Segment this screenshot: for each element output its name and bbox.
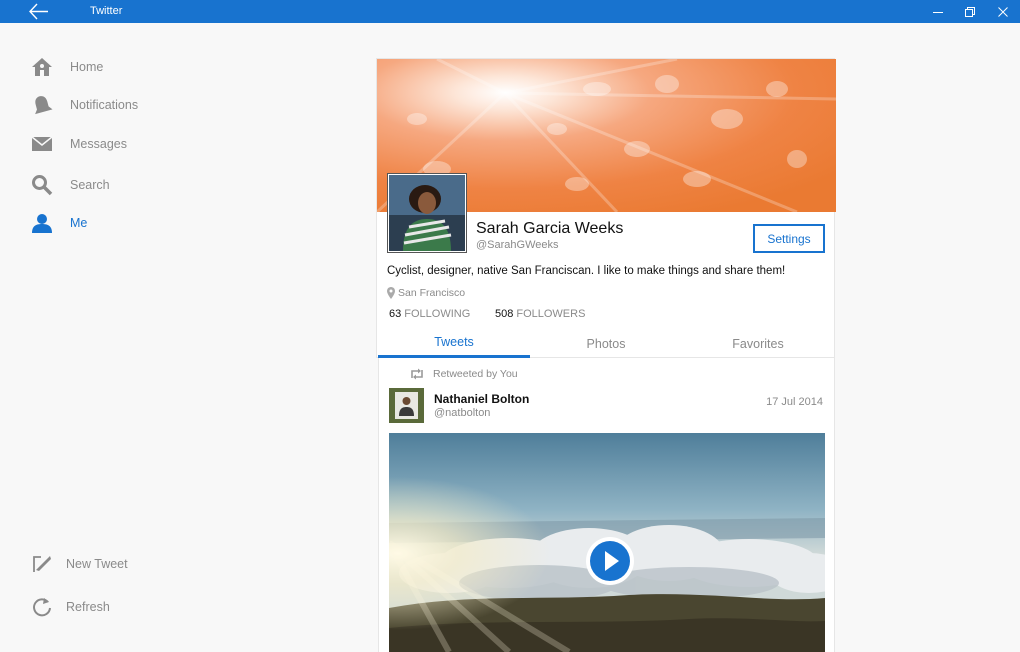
profile-location: San Francisco xyxy=(387,287,465,299)
nav-messages-label: Messages xyxy=(70,137,127,151)
envelope-icon xyxy=(30,132,54,156)
nav-notifications[interactable]: Notifications xyxy=(30,91,230,119)
close-button[interactable] xyxy=(986,0,1020,23)
retweet-label: Retweeted by You xyxy=(433,368,518,380)
tweet-card[interactable]: Retweeted by You Nathaniel Bolton @natbo… xyxy=(378,358,835,652)
avatar xyxy=(389,175,465,251)
nav-search[interactable]: Search xyxy=(30,171,230,199)
location-text: San Francisco xyxy=(398,287,466,299)
nav-me[interactable]: Me xyxy=(30,209,230,237)
tab-favorites[interactable]: Favorites xyxy=(682,329,834,358)
profile-handle: @SarahGWeeks xyxy=(476,239,559,251)
restore-button[interactable] xyxy=(953,0,987,23)
close-icon xyxy=(998,6,1008,17)
retweet-icon xyxy=(411,368,423,380)
following-count: 63 xyxy=(389,308,402,320)
followers-stat[interactable]: 508 FOLLOWERS xyxy=(495,308,585,320)
nav-messages[interactable]: Messages xyxy=(30,130,230,158)
tweet-author-avatar[interactable] xyxy=(389,388,424,423)
new-tweet-button[interactable]: New Tweet xyxy=(30,551,230,577)
nav-search-label: Search xyxy=(70,178,110,192)
location-pin-icon xyxy=(387,287,395,299)
settings-button[interactable]: Settings xyxy=(753,224,825,253)
search-icon xyxy=(30,173,54,197)
retweet-indicator: Retweeted by You xyxy=(409,368,518,380)
nav-home[interactable]: Home xyxy=(30,53,230,81)
compose-icon xyxy=(30,552,54,576)
profile-avatar[interactable] xyxy=(387,173,467,253)
play-icon xyxy=(586,537,634,585)
tweet-author-name[interactable]: Nathaniel Bolton xyxy=(434,392,529,406)
bell-icon xyxy=(30,93,54,117)
window-title: Twitter xyxy=(90,5,123,17)
title-bar: Twitter xyxy=(0,0,1020,23)
restore-icon xyxy=(965,6,975,17)
back-arrow-icon xyxy=(29,3,48,20)
minimize-button[interactable] xyxy=(921,0,955,23)
tweet-video[interactable] xyxy=(389,433,825,652)
tweet-date: 17 Jul 2014 xyxy=(766,396,823,408)
avatar xyxy=(389,388,424,423)
back-button[interactable] xyxy=(28,3,52,20)
refresh-label: Refresh xyxy=(66,600,110,614)
profile-card: Sarah Garcia Weeks @SarahGWeeks Settings… xyxy=(376,58,836,358)
tab-photos[interactable]: Photos xyxy=(530,329,682,358)
minimize-icon xyxy=(933,11,943,13)
tweet-author-handle: @natbolton xyxy=(434,407,491,419)
following-stat[interactable]: 63 FOLLOWING xyxy=(389,308,470,320)
profile-bio: Cyclist, designer, native San Franciscan… xyxy=(387,265,786,277)
home-icon xyxy=(30,55,54,79)
play-button[interactable] xyxy=(585,536,635,586)
new-tweet-label: New Tweet xyxy=(66,557,128,571)
followers-count: 508 xyxy=(495,308,514,320)
following-label: FOLLOWING xyxy=(404,308,471,320)
nav-me-label: Me xyxy=(70,216,88,230)
tab-tweets[interactable]: Tweets xyxy=(378,329,530,358)
nav-notifications-label: Notifications xyxy=(70,98,139,112)
refresh-button[interactable]: Refresh xyxy=(30,594,230,620)
nav-home-label: Home xyxy=(70,60,104,74)
followers-label: FOLLOWERS xyxy=(516,308,586,320)
profile-name: Sarah Garcia Weeks xyxy=(476,220,624,237)
person-icon xyxy=(30,211,54,235)
refresh-icon xyxy=(30,595,54,619)
